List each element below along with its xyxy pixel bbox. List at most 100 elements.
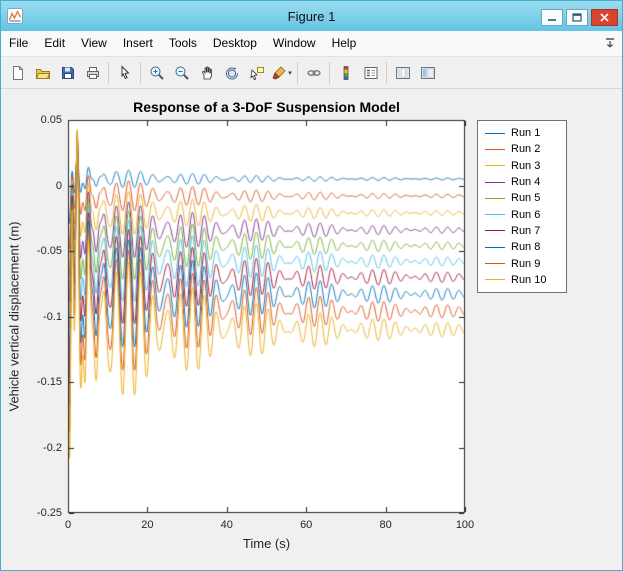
- menu-item-desktop[interactable]: Desktop: [205, 31, 265, 56]
- menu-item-file[interactable]: File: [1, 31, 36, 56]
- legend-label: Run 3: [511, 160, 540, 172]
- x-tick-label: 60: [284, 519, 328, 531]
- window-title: Figure 1: [1, 9, 622, 24]
- legend-entry[interactable]: Run 2: [485, 142, 559, 157]
- print-figure-button[interactable]: [80, 60, 105, 85]
- legend-entry[interactable]: Run 9: [485, 256, 559, 271]
- figure-canvas-area: Response of a 3-DoF Suspension Model Veh…: [1, 89, 622, 570]
- link-plot-icon: [306, 65, 322, 81]
- y-tick-label: -0.2: [18, 442, 62, 454]
- legend-line-sample: [485, 247, 505, 248]
- legend-label: Run 4: [511, 176, 540, 188]
- zoom-out-icon: [174, 65, 190, 81]
- rotate-3d-button[interactable]: [219, 60, 244, 85]
- zoom-out-button[interactable]: [169, 60, 194, 85]
- menu-item-tools[interactable]: Tools: [161, 31, 205, 56]
- data-cursor-button[interactable]: [244, 60, 269, 85]
- toolbar-separator: [108, 62, 109, 84]
- hide-plot-tools-button[interactable]: [390, 60, 415, 85]
- legend-line-sample: [485, 149, 505, 150]
- legend-entry[interactable]: Run 10: [485, 272, 559, 287]
- legend-entry[interactable]: Run 1: [485, 126, 559, 141]
- legend-line-sample: [485, 165, 505, 166]
- toolbar-separator: [329, 62, 330, 84]
- new-figure-button[interactable]: [5, 60, 30, 85]
- show-plot-tools-icon: [420, 65, 436, 81]
- menu-item-window[interactable]: Window: [265, 31, 324, 56]
- x-tick-label: 80: [364, 519, 408, 531]
- zoom-in-icon: [149, 65, 165, 81]
- pan-icon: [199, 65, 215, 81]
- legend[interactable]: Run 1 Run 2 Run 3 Run 4 Run 5 Run 6 Run 7 Run 8…: [477, 120, 567, 293]
- toolbar-separator: [386, 62, 387, 84]
- chart-title: Response of a 3-DoF Suspension Model: [68, 99, 465, 115]
- insert-colorbar-button[interactable]: [333, 60, 358, 85]
- x-tick-label: 40: [205, 519, 249, 531]
- print-figure-icon: [85, 65, 101, 81]
- legend-label: Run 2: [511, 143, 540, 155]
- legend-line-sample: [485, 279, 505, 280]
- maximize-button[interactable]: [566, 9, 588, 26]
- legend-entry[interactable]: Run 4: [485, 175, 559, 190]
- toolbar-separator: [297, 62, 298, 84]
- hide-plot-tools-icon: [395, 65, 411, 81]
- minimize-button[interactable]: [541, 9, 563, 26]
- figure-toolbar: ▾: [1, 57, 622, 89]
- y-tick-label: -0.25: [18, 507, 62, 519]
- legend-label: Run 5: [511, 192, 540, 204]
- edit-plot-button[interactable]: [112, 60, 137, 85]
- legend-label: Run 1: [511, 127, 540, 139]
- insert-legend-button[interactable]: [358, 60, 383, 85]
- legend-label: Run 10: [511, 274, 546, 286]
- menu-item-view[interactable]: View: [73, 31, 115, 56]
- open-file-icon: [35, 65, 51, 81]
- close-button[interactable]: [591, 9, 618, 26]
- legend-line-sample: [485, 263, 505, 264]
- legend-line-sample: [485, 182, 505, 183]
- legend-entry[interactable]: Run 7: [485, 223, 559, 238]
- insert-legend-icon: [363, 65, 379, 81]
- figure-window: Figure 1 FileEditViewInsertToolsDesktopW…: [0, 0, 623, 571]
- x-tick-label: 0: [46, 519, 90, 531]
- menu-item-help[interactable]: Help: [324, 31, 365, 56]
- matlab-figure-icon: [7, 8, 23, 24]
- zoom-in-button[interactable]: [144, 60, 169, 85]
- legend-entry[interactable]: Run 8: [485, 240, 559, 255]
- titlebar[interactable]: Figure 1: [1, 1, 622, 31]
- legend-line-sample: [485, 214, 505, 215]
- x-tick-label: 20: [125, 519, 169, 531]
- legend-label: Run 7: [511, 225, 540, 237]
- window-controls: [541, 6, 622, 26]
- y-tick-label: 0.05: [18, 114, 62, 126]
- y-tick-label: 0: [18, 180, 62, 192]
- legend-entry[interactable]: Run 3: [485, 158, 559, 173]
- data-cursor-icon: [249, 65, 265, 81]
- menu-item-insert[interactable]: Insert: [115, 31, 161, 56]
- dock-figure-icon[interactable]: [604, 37, 616, 50]
- x-tick-label: 100: [443, 519, 487, 531]
- edit-plot-icon: [117, 65, 133, 81]
- save-figure-icon: [60, 65, 76, 81]
- rotate-3d-icon: [224, 65, 240, 81]
- brush-data-button[interactable]: ▾: [269, 60, 294, 85]
- legend-line-sample: [485, 230, 505, 231]
- menubar: FileEditViewInsertToolsDesktopWindowHelp: [1, 31, 622, 57]
- show-plot-tools-button[interactable]: [415, 60, 440, 85]
- legend-label: Run 8: [511, 241, 540, 253]
- toolbar-separator: [140, 62, 141, 84]
- legend-line-sample: [485, 133, 505, 134]
- menu-item-edit[interactable]: Edit: [36, 31, 73, 56]
- brush-dropdown-icon[interactable]: ▾: [288, 69, 292, 77]
- link-plot-button[interactable]: [301, 60, 326, 85]
- pan-button[interactable]: [194, 60, 219, 85]
- legend-label: Run 9: [511, 258, 540, 270]
- legend-label: Run 6: [511, 209, 540, 221]
- y-tick-label: -0.1: [18, 311, 62, 323]
- open-file-button[interactable]: [30, 60, 55, 85]
- save-figure-button[interactable]: [55, 60, 80, 85]
- insert-colorbar-icon: [338, 65, 354, 81]
- legend-entry[interactable]: Run 5: [485, 191, 559, 206]
- legend-entry[interactable]: Run 6: [485, 207, 559, 222]
- brush-data-icon: [271, 65, 287, 81]
- legend-line-sample: [485, 198, 505, 199]
